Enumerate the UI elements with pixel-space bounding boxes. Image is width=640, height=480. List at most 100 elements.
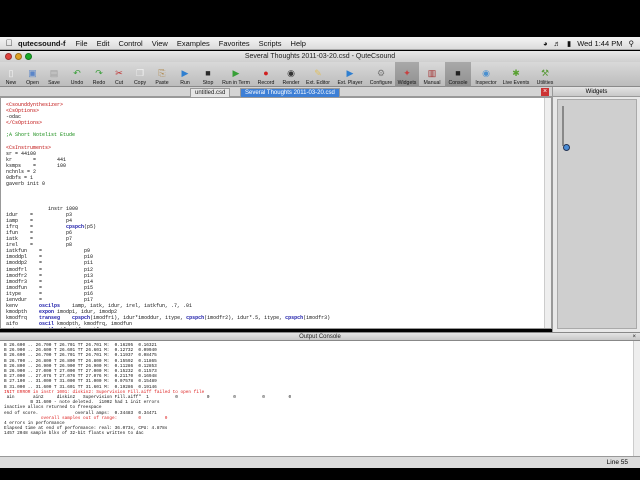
widget-slider[interactable] bbox=[562, 106, 570, 151]
toolbar-button-label: Cut bbox=[114, 80, 124, 86]
utilities-icon: ⚒ bbox=[540, 68, 550, 78]
undo-icon: ↶ bbox=[73, 68, 81, 78]
menu-examples[interactable]: Examples bbox=[177, 39, 210, 48]
toolbar-new-button[interactable]: ▯ New bbox=[0, 62, 22, 87]
console-title: Output Console bbox=[299, 334, 341, 340]
menu-clock[interactable]: Wed 1:44 PM bbox=[577, 39, 622, 48]
console-text: B 26.600 .. 26.700 T 26.701 TT 26.701 M:… bbox=[4, 343, 291, 437]
volume-icon[interactable]: ♬ bbox=[554, 39, 562, 48]
wifi-icon[interactable]: ◕ bbox=[543, 39, 548, 48]
console-title-bar: Output Console × bbox=[0, 332, 640, 341]
code-text[interactable]: <Csounddynthesizer> <CsOptions> -odac </CsO… bbox=[6, 102, 330, 328]
apple-icon[interactable]:  bbox=[0, 38, 18, 48]
toolbar-open-button[interactable]: ▣ Open bbox=[22, 62, 43, 87]
toolbar-ext-editor-button[interactable]: ✎ Ext. Editor bbox=[303, 62, 333, 87]
toolbar-run-button[interactable]: ▶ Run bbox=[173, 62, 197, 87]
toolbar-widgets-button[interactable]: ✦ Widgets bbox=[395, 62, 419, 87]
toolbar-button-label: Render bbox=[282, 80, 300, 86]
status-line-number: Line 55 bbox=[606, 459, 628, 466]
minimize-window-icon[interactable] bbox=[15, 53, 22, 60]
editor-scrollbar[interactable] bbox=[544, 98, 551, 328]
widgets-icon: ✦ bbox=[403, 68, 411, 78]
toolbar-button-label: New bbox=[5, 80, 17, 86]
toolbar-inspector-button[interactable]: ◉ Inspector bbox=[471, 62, 501, 87]
toolbar-redo-button[interactable]: ↷ Redo bbox=[89, 62, 109, 87]
render-icon: ◉ bbox=[287, 68, 295, 78]
menu-file[interactable]: File bbox=[76, 39, 88, 48]
toolbar-button-label: Utilities bbox=[536, 80, 554, 86]
toolbar-run-in-term-button[interactable]: ▶ Run in Term bbox=[219, 62, 253, 87]
toolbar-button-label: Inspector bbox=[475, 80, 497, 86]
widgets-panel: Widgets bbox=[552, 87, 640, 332]
toolbar-stop-button[interactable]: ■ Stop bbox=[197, 62, 219, 87]
menu-favorites[interactable]: Favorites bbox=[219, 39, 250, 48]
save-icon: ▤ bbox=[49, 68, 59, 78]
screen-bottom-border bbox=[0, 468, 640, 480]
toolbar-button-label: Live Events bbox=[502, 80, 530, 86]
toolbar-button-label: Record bbox=[257, 80, 275, 86]
slider-knob[interactable] bbox=[563, 144, 570, 151]
stop-icon: ■ bbox=[205, 68, 211, 78]
toolbar-configure-button[interactable]: ⚙ Configure bbox=[367, 62, 395, 87]
toolbar-button-label: Run bbox=[180, 80, 190, 86]
folder-icon: ▣ bbox=[28, 68, 37, 78]
toolbar-record-button[interactable]: ● Record bbox=[253, 62, 279, 87]
toolbar-button-label: Configure bbox=[369, 80, 393, 86]
close-tab-icon[interactable]: × bbox=[541, 88, 549, 96]
console-icon: ■ bbox=[455, 68, 461, 78]
menu-app-name[interactable]: qutecsound-f bbox=[18, 39, 66, 48]
toolbar-undo-button[interactable]: ↶ Undo bbox=[65, 62, 89, 87]
status-bar: Line 55 bbox=[0, 457, 640, 468]
menu-help[interactable]: Help bbox=[291, 39, 306, 48]
toolbar-button-label: Ext. Player bbox=[337, 80, 363, 86]
toolbar-live-events-button[interactable]: ✱ Live Events bbox=[501, 62, 531, 87]
menu-edit[interactable]: Edit bbox=[97, 39, 110, 48]
tab-untitled[interactable]: untitled.csd bbox=[190, 88, 231, 97]
window-title: Several Thoughts 2011-03-20.csd - QuteCs… bbox=[244, 53, 396, 60]
close-console-icon[interactable]: × bbox=[632, 333, 636, 341]
toolbar-cut-button[interactable]: ✂ Cut bbox=[109, 62, 129, 87]
toolbar-button-label: Ext. Editor bbox=[306, 80, 330, 86]
toolbar-utilities-button[interactable]: ⚒ Utilities bbox=[531, 62, 559, 87]
redo-icon: ↷ bbox=[95, 68, 103, 78]
toolbar-console-button[interactable]: ■ Console bbox=[445, 62, 471, 87]
record-icon: ● bbox=[263, 68, 269, 78]
copy-icon: ❐ bbox=[135, 68, 145, 78]
toolbar-button-label: Open bbox=[26, 80, 39, 86]
terminal-icon: ▶ bbox=[232, 68, 240, 78]
toolbar-ext-player-button[interactable]: ▶ Ext. Player bbox=[333, 62, 367, 87]
toolbar-paste-button[interactable]: ⎘ Paste bbox=[151, 62, 173, 87]
toolbar-save-button[interactable]: ▤ Save bbox=[43, 62, 65, 87]
console-line: 1457 2048 sample blks of 32-bit floats w… bbox=[4, 431, 144, 437]
menu-control[interactable]: Control bbox=[119, 39, 143, 48]
toolbar-manual-button[interactable]: ▥ Manual bbox=[419, 62, 445, 87]
tab-several-thoughts[interactable]: Several Thoughts 2011-03-20.csd bbox=[240, 88, 340, 97]
battery-icon[interactable]: ▮ bbox=[567, 39, 571, 48]
output-console[interactable]: B 26.600 .. 26.700 T 26.701 TT 26.701 M:… bbox=[0, 341, 640, 457]
spotlight-icon[interactable]: ⚲ bbox=[629, 39, 635, 48]
toolbar: ▯ New ▣ Open ▤ Save ↶ Undo ↷ Redo ✂ Cut ❐ Copy ⎘ Paste ▶… bbox=[0, 62, 640, 87]
toolbar-button-label: Save bbox=[48, 80, 60, 86]
live-events-icon: ✱ bbox=[512, 68, 520, 78]
menubar:  qutecsound-f File Edit Control View Ex… bbox=[0, 37, 640, 50]
paste-icon: ⎘ bbox=[158, 68, 166, 78]
toolbar-button-label: Manual bbox=[423, 80, 441, 86]
toolbar-copy-button[interactable]: ❐ Copy bbox=[129, 62, 151, 87]
ext-editor-icon: ✎ bbox=[314, 68, 322, 78]
new-doc-icon: ▯ bbox=[8, 68, 14, 78]
screen-top-border bbox=[0, 0, 640, 37]
zoom-window-icon[interactable] bbox=[25, 53, 32, 60]
close-window-icon[interactable] bbox=[5, 53, 12, 60]
widgets-canvas[interactable] bbox=[557, 99, 637, 329]
toolbar-button-label: Widgets bbox=[397, 80, 417, 86]
toolbar-render-button[interactable]: ◉ Render bbox=[279, 62, 303, 87]
widgets-panel-title: Widgets bbox=[553, 87, 640, 97]
toolbar-button-label: Console bbox=[448, 80, 468, 86]
run-icon: ▶ bbox=[181, 68, 189, 78]
toolbar-button-label: Run in Term bbox=[222, 80, 250, 86]
menu-scripts[interactable]: Scripts bbox=[259, 39, 282, 48]
code-editor[interactable]: <Csounddynthesizer> <CsOptions> -odac </CsO… bbox=[0, 97, 552, 329]
console-scrollbar[interactable] bbox=[633, 341, 640, 456]
menu-view[interactable]: View bbox=[152, 39, 168, 48]
manual-icon: ▥ bbox=[427, 68, 437, 78]
